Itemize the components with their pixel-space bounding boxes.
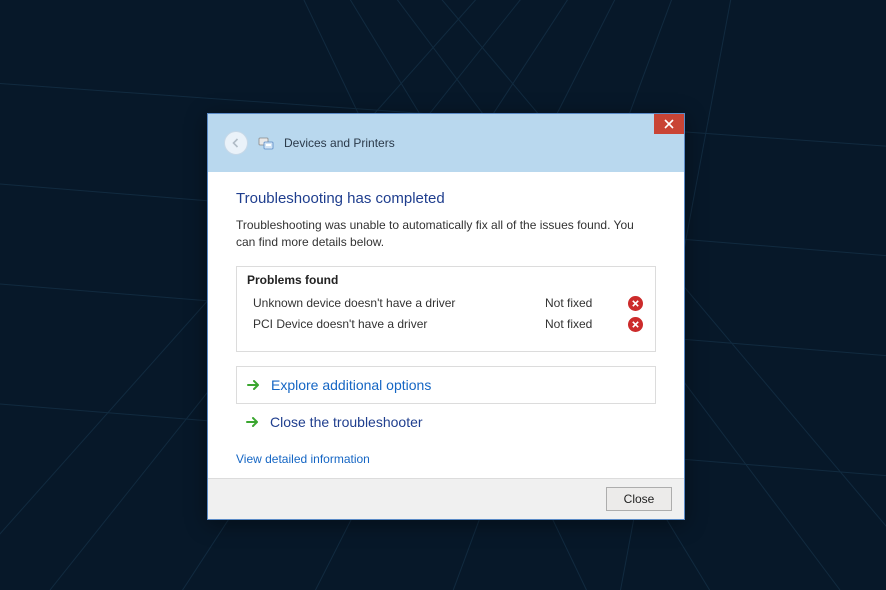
option-label: Close the troubleshooter (270, 414, 423, 430)
problem-row: Unknown device doesn't have a driver Not… (247, 293, 645, 314)
arrow-right-icon (244, 414, 260, 430)
window-title: Devices and Printers (284, 136, 395, 150)
problem-status: Not fixed (545, 296, 625, 310)
arrow-right-icon (245, 377, 261, 393)
troubleshooter-dialog: Devices and Printers Troubleshooting has… (207, 113, 685, 520)
problems-found-header: Problems found (247, 273, 645, 287)
error-x-icon (631, 320, 640, 329)
problem-status-icon (625, 296, 645, 311)
page-heading: Troubleshooting has completed (236, 190, 656, 207)
titlebar: Devices and Printers (208, 114, 684, 172)
dialog-content: Troubleshooting has completed Troublesho… (208, 172, 684, 478)
problems-found-box: Problems found Unknown device doesn't ha… (236, 266, 656, 352)
problem-status-icon (625, 317, 645, 332)
page-subtext: Troubleshooting was unable to automatica… (236, 217, 656, 252)
problem-description: Unknown device doesn't have a driver (247, 296, 545, 310)
window-close-button[interactable] (654, 114, 684, 134)
problem-status: Not fixed (545, 317, 625, 331)
back-arrow-icon (230, 137, 242, 149)
error-x-icon (631, 299, 640, 308)
back-button[interactable] (224, 131, 248, 155)
close-troubleshooter-link[interactable]: Close the troubleshooter (236, 404, 656, 440)
option-label: Explore additional options (271, 377, 431, 393)
view-detailed-information-link[interactable]: View detailed information (236, 452, 370, 466)
dialog-footer: Close (208, 478, 684, 519)
problem-description: PCI Device doesn't have a driver (247, 317, 545, 331)
close-icon (664, 119, 674, 129)
devices-printers-icon (258, 135, 274, 151)
close-button[interactable]: Close (606, 487, 672, 511)
problem-row: PCI Device doesn't have a driver Not fix… (247, 314, 645, 335)
explore-additional-options-link[interactable]: Explore additional options (236, 366, 656, 404)
